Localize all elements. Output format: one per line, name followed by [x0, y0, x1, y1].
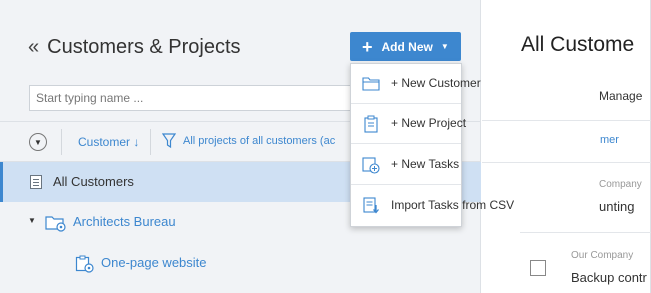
divider — [482, 120, 651, 121]
menu-item-label: + New Project — [391, 116, 467, 130]
menu-item-label: + New Tasks — [391, 157, 460, 171]
task-company: Our Company — [571, 250, 634, 261]
tasks-panel: All Custome Manage mer Company unting Ou… — [482, 0, 651, 293]
document-icon — [30, 175, 42, 189]
chevron-down-icon: ▼ — [34, 137, 42, 147]
add-new-button[interactable]: + Add New ▼ — [350, 32, 461, 61]
tree-item-project[interactable]: One-page website — [0, 244, 481, 282]
project-filter-dropdown[interactable]: All projects of all customers (ac — [183, 135, 351, 147]
add-task-icon — [362, 157, 380, 174]
tree-item-label: Architects Bureau — [73, 214, 176, 229]
menu-item-import-csv[interactable]: Import Tasks from CSV — [351, 186, 514, 226]
task-checkbox[interactable] — [530, 260, 546, 276]
panel-header: « Customers & Projects — [28, 33, 241, 61]
page-title: Customers & Projects — [47, 35, 241, 58]
project-icon — [75, 255, 94, 273]
sort-by-customer-button[interactable]: Customer ↓ — [78, 135, 139, 149]
add-new-menu: + New Customer + New Project + New Tasks… — [350, 63, 514, 227]
caret-down-icon[interactable]: ▼ — [28, 216, 36, 225]
divider — [520, 232, 651, 233]
manage-tab[interactable]: Manage — [599, 89, 642, 103]
task-name[interactable]: unting — [599, 199, 634, 214]
filter-icon[interactable] — [162, 133, 176, 149]
folder-icon — [362, 77, 380, 91]
customer-folder-icon — [45, 216, 66, 232]
divider — [61, 129, 62, 155]
add-new-label: Add New — [381, 39, 433, 54]
double-chevron-left-icon[interactable]: « — [28, 37, 39, 57]
menu-item-new-project[interactable]: + New Project — [351, 104, 466, 144]
menu-item-new-tasks[interactable]: + New Tasks — [351, 145, 461, 185]
task-name[interactable]: Backup contr — [571, 270, 647, 285]
search-input[interactable]: Start typing name ... — [29, 85, 365, 111]
menu-item-new-customer[interactable]: + New Customer — [351, 64, 481, 104]
clipboard-icon — [364, 115, 378, 133]
divider — [150, 129, 151, 155]
customer-column-header[interactable]: mer — [600, 134, 619, 146]
task-company: Company — [599, 179, 642, 190]
tree-item-label: All Customers — [53, 174, 134, 189]
divider — [482, 162, 651, 163]
tree-item-label: One-page website — [101, 255, 207, 270]
menu-item-label: + New Customer — [391, 76, 481, 90]
caret-down-icon: ▼ — [440, 42, 449, 51]
tasks-panel-title: All Custome — [521, 33, 635, 56]
plus-icon: + — [362, 36, 373, 57]
expand-all-button[interactable]: ▼ — [29, 133, 47, 151]
menu-item-label: Import Tasks from CSV — [391, 198, 515, 212]
import-csv-icon — [363, 197, 379, 214]
